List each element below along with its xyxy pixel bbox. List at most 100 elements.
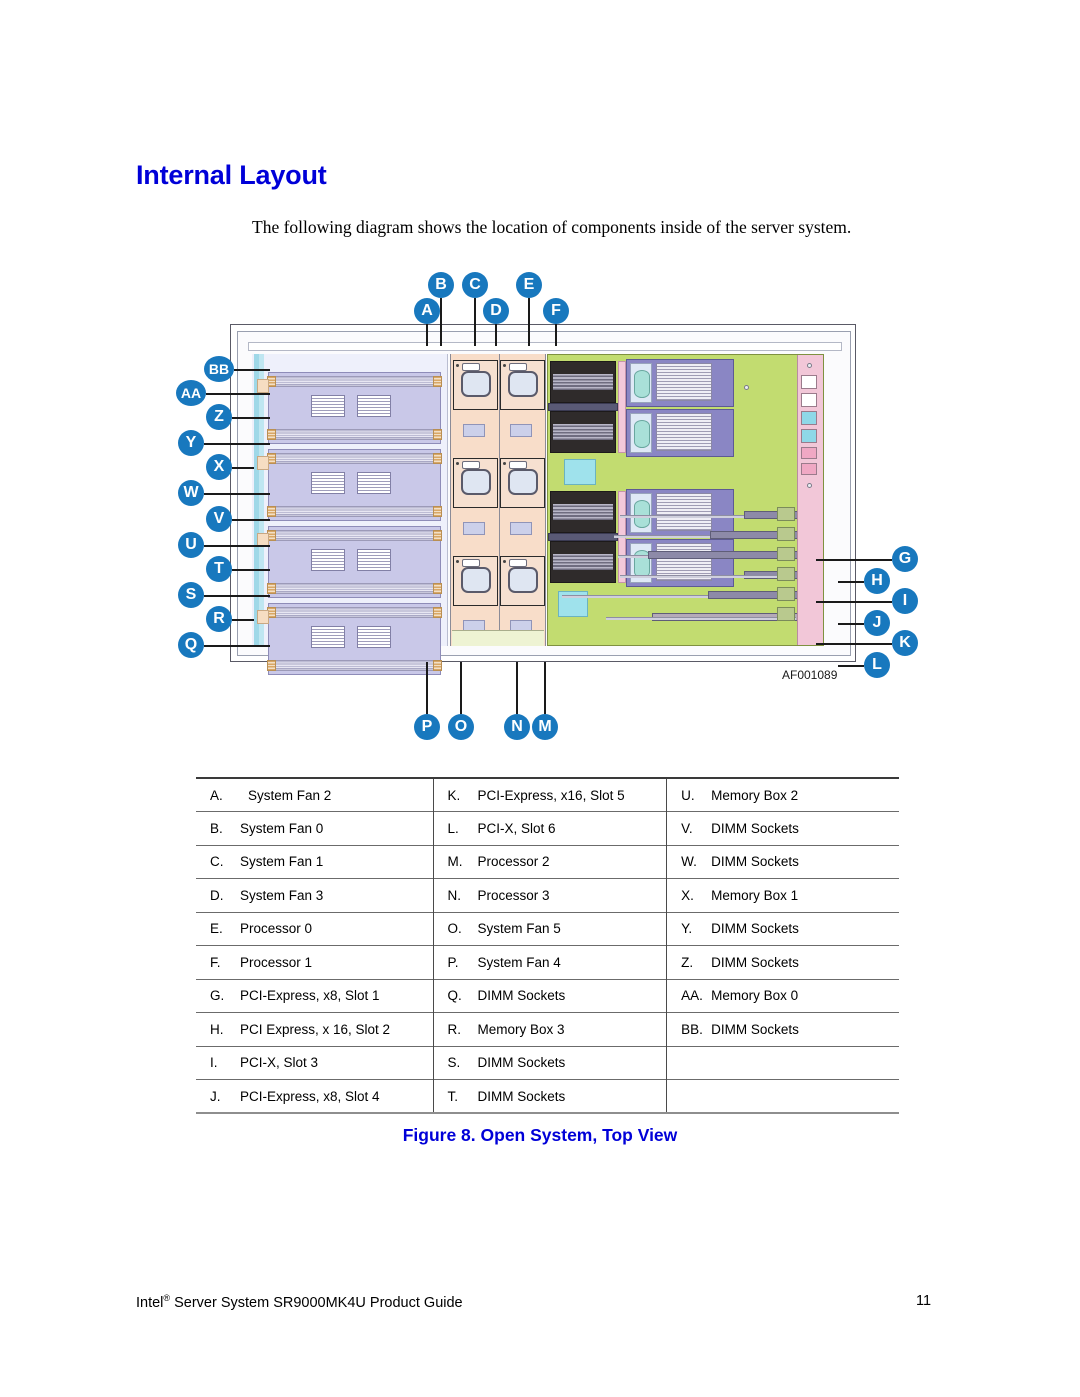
dimm-clip — [267, 583, 276, 594]
figure-caption: Figure 8. Open System, Top View — [402, 1125, 678, 1145]
leader-line-v — [232, 519, 270, 521]
processor-socket — [630, 493, 652, 533]
processor-dimm-bank — [656, 363, 712, 401]
callout-f: F — [543, 298, 569, 324]
memory-box-vent — [311, 549, 345, 571]
callout-u: U — [178, 532, 204, 558]
callout-d: D — [483, 298, 509, 324]
memory-box-vent — [357, 549, 391, 571]
dimm-socket-row — [273, 583, 436, 594]
chassis-interior — [237, 331, 851, 675]
callout-o: O — [448, 714, 474, 740]
io-port — [801, 375, 817, 389]
legend-text: PCI-X, Slot 6 — [477, 820, 556, 836]
dimm-clip — [433, 506, 442, 517]
footer-document-title: Intel® Server System SR9000MK4U Product … — [136, 1293, 463, 1311]
fan-connector — [463, 424, 485, 437]
processor-heatsink — [550, 491, 616, 533]
dimm-socket-row — [273, 429, 436, 440]
callout-aa: AA — [176, 380, 206, 406]
callout-y: Y — [178, 430, 204, 456]
legend-letter: B. — [210, 820, 223, 836]
intro-paragraph: The following diagram shows the location… — [252, 217, 852, 237]
io-panel-screw — [807, 363, 812, 368]
callout-m: M — [532, 714, 558, 740]
leader-line-y — [204, 443, 270, 445]
dimm-clip — [433, 453, 442, 464]
legend-text: Processor 1 — [240, 954, 313, 970]
board-component-pad — [564, 459, 596, 485]
legend-table: A. System Fan 2 K. PCI-Express, x16, Slot … — [196, 777, 899, 1114]
pci-slot-rail — [606, 617, 796, 620]
legend-letter: P. — [447, 954, 459, 970]
callout-c: C — [462, 272, 488, 298]
callout-t: T — [206, 556, 232, 582]
leader-line-f — [555, 324, 557, 346]
chassis-rail-inner — [259, 354, 264, 646]
memory-box-vent — [357, 626, 391, 648]
leader-line-k — [816, 643, 892, 645]
legend-letter: H. — [210, 1021, 224, 1037]
legend-text: Memory Box 0 — [711, 988, 799, 1004]
processor-retention-bar — [548, 533, 618, 541]
callout-h: H — [864, 568, 890, 594]
leader-line-c — [474, 298, 476, 346]
leader-line-t — [232, 569, 270, 571]
io-port-audio — [801, 447, 817, 459]
leader-line-j — [838, 623, 864, 625]
table-row: J. PCI-Express, x8, Slot 4 T. DIMM Sockets — [196, 1079, 899, 1114]
callout-k: K — [892, 630, 918, 656]
legend-text: PCI-Express, x8, Slot 1 — [240, 988, 380, 1004]
dimm-socket-row — [273, 453, 436, 464]
legend-empty-cell — [666, 1079, 899, 1114]
system-fan-module — [500, 556, 545, 606]
memory-box-latch — [257, 610, 269, 624]
legend-letter: F. — [210, 954, 221, 970]
legend-text: Processor 0 — [240, 921, 313, 937]
leader-line-m — [544, 662, 546, 714]
legend-letter: L. — [447, 820, 459, 836]
callout-a: A — [414, 298, 440, 324]
legend-text: DIMM Sockets — [711, 921, 799, 937]
io-port — [801, 393, 817, 407]
callout-s: S — [178, 582, 204, 608]
legend-letter: E. — [210, 921, 223, 937]
memory-box-vent — [357, 395, 391, 417]
legend-letter: J. — [210, 1088, 221, 1104]
memory-box-vent — [357, 472, 391, 494]
page-title: Internal Layout — [136, 160, 327, 190]
memory-box-1 — [257, 449, 442, 521]
legend-text: PCI-Express, x16, Slot 5 — [477, 787, 625, 803]
io-panel-screw — [807, 483, 812, 488]
processor-thermal-pad — [618, 361, 626, 453]
leader-line-w — [204, 493, 270, 495]
processor-heatsink — [550, 361, 616, 403]
memory-box-latch — [257, 379, 269, 393]
legend-letter: S. — [447, 1055, 461, 1071]
table-row: C. System Fan 1 M. Processor 2 W. DIMM Sock… — [196, 844, 899, 879]
leader-line-s — [204, 595, 270, 597]
legend-letter: AA. — [681, 988, 703, 1004]
legend-text: DIMM Sockets — [477, 988, 566, 1004]
fan-connector — [510, 522, 532, 535]
legend-letter: C. — [210, 854, 224, 870]
legend-text: Memory Box 3 — [477, 1021, 565, 1037]
legend-text: Memory Box 1 — [711, 887, 799, 903]
legend-text: DIMM Sockets — [477, 1088, 566, 1104]
leader-line-aa — [206, 393, 270, 395]
callout-n: N — [504, 714, 530, 740]
slot-bracket — [777, 507, 795, 521]
system-fan-module — [500, 360, 545, 410]
slot-bracket — [777, 527, 795, 541]
legend-letter: D. — [210, 887, 224, 903]
pci-slot-rail — [620, 575, 792, 578]
slot-bracket — [777, 547, 795, 561]
memory-box-2 — [257, 526, 442, 598]
callout-v: V — [206, 506, 232, 532]
leader-line-z — [232, 417, 270, 419]
dimm-clip — [267, 429, 276, 440]
legend-letter: T. — [447, 1088, 459, 1104]
table-row: E. Processor 0 O. System Fan 5 Y. DIMM Sock… — [196, 911, 899, 946]
processor-socket — [630, 363, 652, 403]
callout-l: L — [864, 652, 890, 678]
